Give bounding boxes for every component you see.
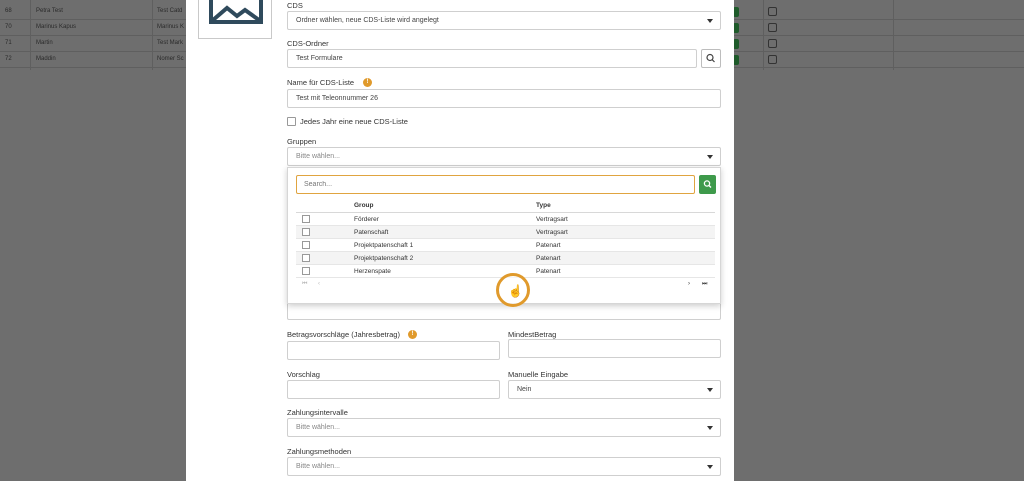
chevron-down-icon xyxy=(707,388,713,392)
row-name: Marinus Kapus xyxy=(36,24,77,30)
info-icon[interactable]: ! xyxy=(363,78,372,87)
row-name: Martin xyxy=(36,40,53,46)
cds-folder-value: Test Formulare xyxy=(296,55,343,62)
name-input[interactable]: Test mit Teleonnummer 26 xyxy=(287,89,721,108)
groups-label: Gruppen xyxy=(287,137,317,146)
image-placeholder[interactable] xyxy=(198,0,272,39)
groups-search-button[interactable] xyxy=(699,175,716,194)
min-amount-input[interactable] xyxy=(508,339,721,358)
cds-modal: CDS Ordner wählen, neue CDS-Liste wird a… xyxy=(186,0,734,481)
amount-suggestions-input[interactable] xyxy=(287,341,500,360)
chevron-down-icon xyxy=(707,426,713,430)
hand-cursor-icon: ☝ xyxy=(508,284,523,298)
column-header-group: Group xyxy=(354,202,374,209)
table-row[interactable]: Projektpatenschaft 2 Patenart xyxy=(296,252,715,265)
cds-folder-label: CDS-Ordner xyxy=(287,39,329,48)
cell-type: Patenart xyxy=(536,242,561,249)
yearly-checkbox[interactable] xyxy=(287,117,296,126)
table-row[interactable]: Patenschaft Vertragsart xyxy=(296,226,715,239)
cds-folder-input[interactable]: Test Formulare xyxy=(287,49,697,68)
chevron-down-icon xyxy=(707,19,713,23)
edit-icon[interactable] xyxy=(768,7,777,16)
row-id: 68 xyxy=(5,8,12,14)
manual-entry-select[interactable]: Nein xyxy=(508,380,721,399)
groups-search-input[interactable] xyxy=(296,175,695,194)
groups-select[interactable]: Bitte wählen... xyxy=(287,147,721,166)
suggestion-label: Vorschlag xyxy=(287,370,320,379)
cds-label: CDS xyxy=(287,1,303,10)
cds-select-value: Ordner wählen, neue CDS-Liste wird angel… xyxy=(296,17,439,24)
edit-icon[interactable] xyxy=(768,39,777,48)
manual-entry-value: Nein xyxy=(517,386,532,393)
row-cell: Test Catd xyxy=(157,8,183,14)
payment-intervals-placeholder: Bitte wählen... xyxy=(296,424,340,431)
edit-icon[interactable] xyxy=(768,23,777,32)
cell-type: Patenart xyxy=(536,268,561,275)
search-icon xyxy=(703,180,712,188)
cds-select[interactable]: Ordner wählen, neue CDS-Liste wird angel… xyxy=(287,11,721,30)
row-checkbox[interactable] xyxy=(302,215,310,223)
groups-placeholder: Bitte wählen... xyxy=(296,153,340,160)
row-id: 70 xyxy=(5,24,12,30)
row-name: Maddin xyxy=(36,56,56,62)
row-cell: Nomer Sc xyxy=(157,56,184,62)
row-name: Petra Test xyxy=(36,8,63,14)
prev-page-icon[interactable]: ‹ xyxy=(318,281,320,287)
row-checkbox[interactable] xyxy=(302,241,310,249)
search-icon xyxy=(706,53,715,63)
amount-suggestions-label: Betragsvorschläge (Jahresbetrag) xyxy=(287,330,400,339)
column-header-type: Type xyxy=(536,202,551,209)
manual-entry-label: Manuelle Eingabe xyxy=(508,370,569,379)
row-id: 71 xyxy=(5,40,12,46)
payment-methods-label: Zahlungsmethoden xyxy=(287,447,352,456)
payment-methods-select[interactable]: Bitte wählen... xyxy=(287,457,721,476)
cell-type: Patenart xyxy=(536,255,561,262)
row-checkbox[interactable] xyxy=(302,267,310,275)
cell-group: Förderer xyxy=(354,216,379,223)
row-id: 72 xyxy=(5,56,12,62)
row-checkbox[interactable] xyxy=(302,254,310,262)
payment-intervals-label: Zahlungsintervalle xyxy=(287,408,348,417)
folder-search-button[interactable] xyxy=(701,49,721,68)
cell-group: Projektpatenschaft 1 xyxy=(354,242,414,249)
image-icon xyxy=(209,0,263,24)
info-icon[interactable]: ! xyxy=(408,330,417,339)
table-row[interactable]: Projektpatenschaft 1 Patenart xyxy=(296,239,715,252)
payment-intervals-select[interactable]: Bitte wählen... xyxy=(287,418,721,437)
table-row[interactable]: Förderer Vertragsart xyxy=(296,213,715,226)
cell-group: Projektpatenschaft 2 xyxy=(354,255,414,262)
yearly-checkbox-label: Jedes Jahr eine neue CDS-Liste xyxy=(300,117,408,126)
row-checkbox[interactable] xyxy=(302,228,310,236)
cursor-highlight: ☝ xyxy=(496,273,530,307)
cell-group: Herzenspate xyxy=(354,268,391,275)
name-label: Name für CDS-Liste xyxy=(287,78,355,87)
last-page-icon[interactable]: ⏭ xyxy=(702,281,707,288)
edit-icon[interactable] xyxy=(768,55,777,64)
min-amount-label: MindestBetrag xyxy=(508,330,557,339)
cell-type: Vertragsart xyxy=(536,229,568,236)
groups-table-header: Group Type xyxy=(296,199,715,213)
chevron-down-icon xyxy=(707,465,713,469)
name-value: Test mit Teleonnummer 26 xyxy=(296,95,378,102)
suggestion-input[interactable] xyxy=(287,380,500,399)
cell-group: Patenschaft xyxy=(354,229,389,236)
row-cell: Test Mark xyxy=(157,40,184,46)
row-cell: Marinus K xyxy=(157,24,185,30)
next-page-icon[interactable]: › xyxy=(688,281,690,287)
payment-methods-placeholder: Bitte wählen... xyxy=(296,463,340,470)
first-page-icon[interactable]: ⏮ xyxy=(302,281,307,288)
cell-type: Vertragsart xyxy=(536,216,568,223)
chevron-down-icon xyxy=(707,155,713,159)
